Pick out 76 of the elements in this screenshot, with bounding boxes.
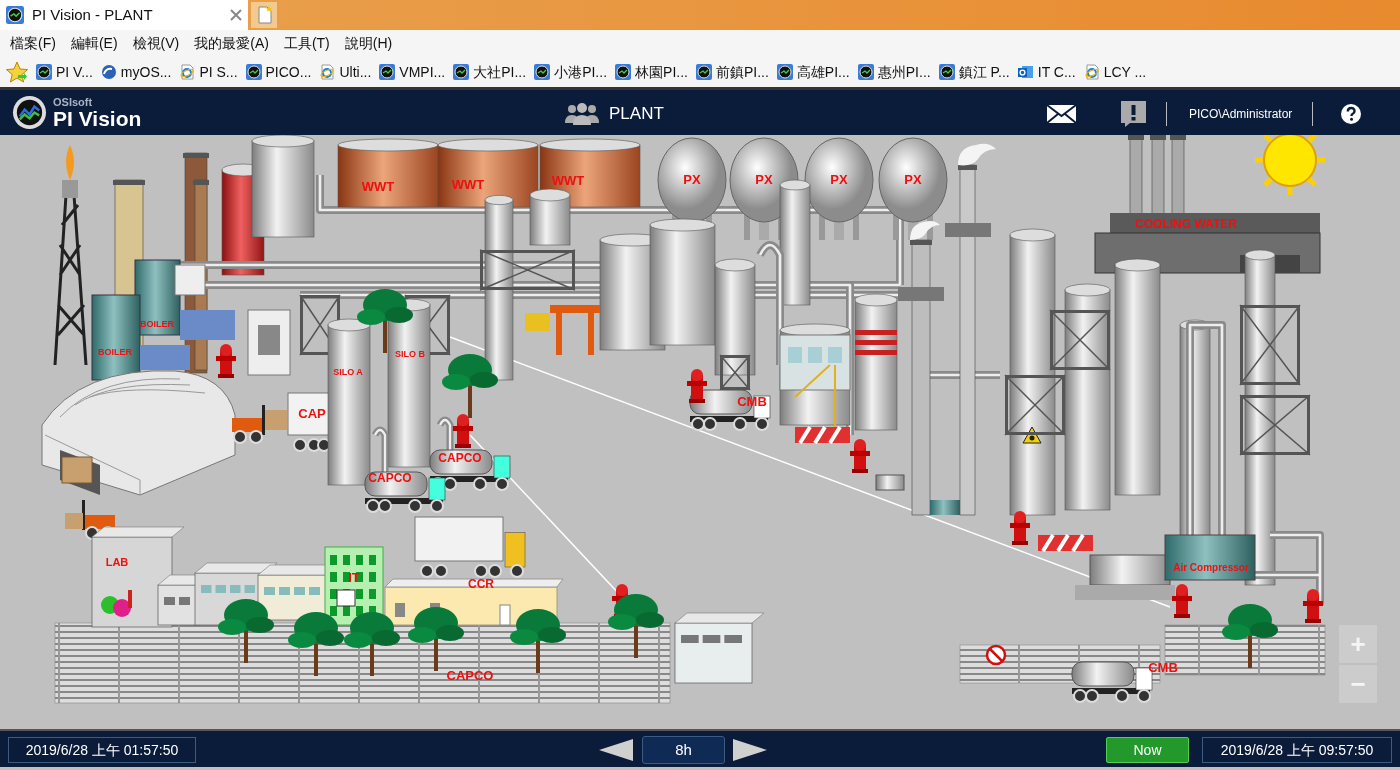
pi-app-icon [36, 64, 52, 80]
pi-app-icon [6, 6, 24, 24]
favorite-link[interactable]: PICO... [245, 61, 312, 83]
pi-app-icon [615, 64, 632, 80]
duration-field[interactable]: 8h [642, 736, 725, 764]
equipment-label: WWT [451, 177, 485, 192]
pi-app-icon [379, 64, 396, 80]
equipment-label: CAP [298, 406, 326, 421]
menu-item[interactable]: 我的最愛(A) [194, 33, 269, 54]
equipment-label: CAPCO [438, 451, 482, 465]
pi-app-icon [245, 64, 262, 80]
favorite-link[interactable]: 大社PI... [453, 61, 527, 83]
pi-app-icon [534, 64, 551, 80]
favorite-link[interactable]: LCY ... [1083, 61, 1147, 83]
favorite-link[interactable]: 前鎮PI... [695, 61, 769, 83]
pi-app-icon [857, 64, 874, 80]
display-title: PLANT [609, 103, 664, 125]
document-tile-icon [1017, 64, 1034, 80]
close-icon[interactable] [230, 9, 242, 21]
equipment-label: CAPCO [368, 471, 412, 485]
menu-item[interactable]: 編輯(E) [70, 33, 118, 54]
favorite-link[interactable]: 林園PI... [615, 61, 688, 83]
left-arrow-icon[interactable] [599, 739, 633, 761]
equipment-label: WWT [551, 173, 585, 188]
favorite-link[interactable]: PI V... [36, 61, 93, 83]
equipment-label: SILO B [395, 349, 425, 359]
menu-item[interactable]: 檢視(V) [132, 33, 180, 54]
menu-item[interactable]: 工具(T) [283, 33, 330, 54]
equipment-label: CMB [737, 394, 767, 409]
browser-tab[interactable]: PI Vision - PLANT [0, 0, 248, 30]
pi-app-icon [695, 64, 712, 80]
right-arrow-icon[interactable] [733, 739, 767, 761]
favorite-link[interactable]: 惠州PI... [857, 61, 931, 83]
pi-app-icon [776, 64, 793, 80]
group-icon [563, 102, 601, 125]
mail-icon[interactable] [1046, 103, 1077, 125]
equipment-label: PX [830, 172, 848, 187]
product-name: PI Vision [53, 107, 142, 129]
equipment-label: COOLING WATER [1135, 217, 1237, 231]
favorite-link[interactable]: Ulti... [319, 61, 372, 83]
favorite-link[interactable]: myOS... [100, 61, 172, 83]
equipment-label: CMB [1148, 660, 1178, 675]
start-time-field[interactable]: 2019/6/28 上午 01:57:50 [8, 737, 196, 763]
equipment-label: BOILER [98, 347, 132, 357]
equipment-label: PX [683, 172, 701, 187]
help-icon[interactable] [1341, 104, 1362, 124]
equipment-label: SILO A [333, 367, 363, 377]
equipment-label: CAPCO [446, 668, 494, 683]
user-name[interactable]: PICO\Administrator [1189, 105, 1293, 123]
menu-item[interactable]: 檔案(F) [10, 33, 56, 54]
favorite-link[interactable]: IT C... [1017, 61, 1076, 83]
equipment-label: Air Compressor [1173, 562, 1249, 573]
swirl-icon [100, 64, 117, 80]
pi-app-icon [938, 64, 955, 80]
vendor-name: OSIsoft [53, 96, 94, 108]
page-globe-icon [179, 64, 196, 80]
favorite-link[interactable]: 鎮江 P... [938, 61, 1010, 83]
favorite-link[interactable]: PI S... [179, 61, 238, 83]
equipment-label: LAB [105, 556, 129, 568]
equipment-label: BOILER [140, 319, 174, 329]
favorite-link[interactable]: 高雄PI... [776, 61, 850, 83]
equipment-label: WWT [361, 179, 395, 194]
pi-app-icon [453, 64, 470, 80]
page-globe-icon [319, 64, 336, 80]
menu-item[interactable]: 說明(H) [344, 33, 393, 54]
favorite-link[interactable]: VMPI... [379, 61, 446, 83]
page-globe-icon [1083, 64, 1100, 80]
equipment-label: PX [904, 172, 922, 187]
equipment-label: PX [755, 172, 773, 187]
alert-icon[interactable] [1120, 100, 1147, 128]
now-button[interactable]: Now [1106, 737, 1189, 763]
favorite-link[interactable]: 小港PI... [534, 61, 608, 83]
equipment-label: CCR [468, 577, 494, 591]
end-time-field[interactable]: 2019/6/28 上午 09:57:50 [1202, 737, 1392, 763]
pi-vision-logo-icon [12, 95, 47, 130]
favorites-star-icon[interactable] [6, 61, 28, 83]
